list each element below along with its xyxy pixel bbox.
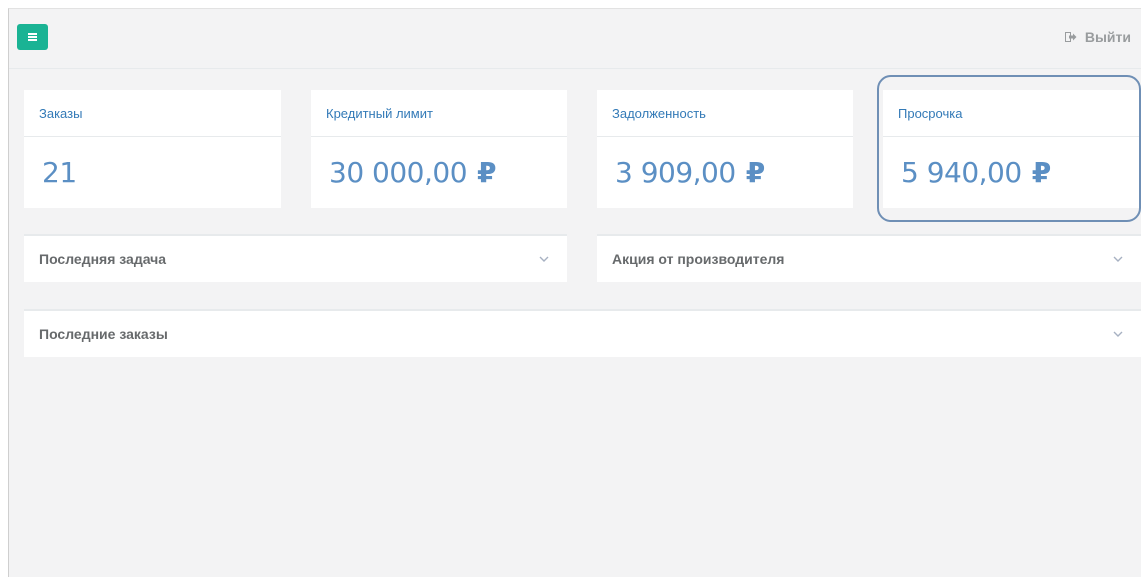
panel-last-orders[interactable]: Последние заказы <box>24 309 1141 357</box>
stat-card-credit-limit: Кредитный лимит 30 000,00 ₽ <box>311 90 567 208</box>
stat-value: 3 909,00 ₽ <box>597 137 853 189</box>
logout-label: Выйти <box>1084 29 1131 45</box>
stat-card-overdue: Просрочка 5 940,00 ₽ <box>883 90 1141 208</box>
logout-link[interactable]: Выйти <box>1064 29 1131 45</box>
stat-label: Задолженность <box>597 90 853 137</box>
stat-label: Заказы <box>24 90 281 137</box>
stat-value: 5 940,00 ₽ <box>883 137 1141 189</box>
chevron-down-icon[interactable] <box>1113 330 1123 338</box>
currency-sign: ₽ <box>745 156 765 189</box>
stat-number: 30 000,00 <box>329 156 468 189</box>
currency-sign: ₽ <box>1031 156 1051 189</box>
stat-number: 3 909,00 <box>615 156 736 189</box>
panel-title: Последняя задача <box>39 251 167 267</box>
panel-title: Акция от производителя <box>612 251 785 267</box>
chevron-down-icon[interactable] <box>539 255 549 263</box>
stat-number: 21 <box>42 156 77 189</box>
sign-out-icon <box>1064 32 1077 42</box>
panel-title: Последние заказы <box>39 326 168 342</box>
chevron-down-icon[interactable] <box>1113 255 1123 263</box>
panel-manufacturer-promo[interactable]: Акция от производителя <box>597 234 1141 282</box>
page: Выйти Заказы 21 Кредитный лимит 30 000,0… <box>8 8 1141 577</box>
panel-last-task[interactable]: Последняя задача <box>24 234 567 282</box>
stat-label: Кредитный лимит <box>311 90 567 137</box>
stat-card-orders: Заказы 21 <box>24 90 281 208</box>
stat-label: Просрочка <box>883 90 1141 137</box>
stat-value: 30 000,00 ₽ <box>311 137 567 189</box>
menu-toggle-button[interactable] <box>17 24 48 50</box>
stat-card-debt: Задолженность 3 909,00 ₽ <box>597 90 853 208</box>
currency-sign: ₽ <box>477 156 496 189</box>
stat-value: 21 <box>24 137 281 189</box>
stat-number: 5 940,00 <box>901 156 1022 189</box>
bars-icon <box>28 33 37 41</box>
top-navbar: Выйти <box>9 9 1141 69</box>
